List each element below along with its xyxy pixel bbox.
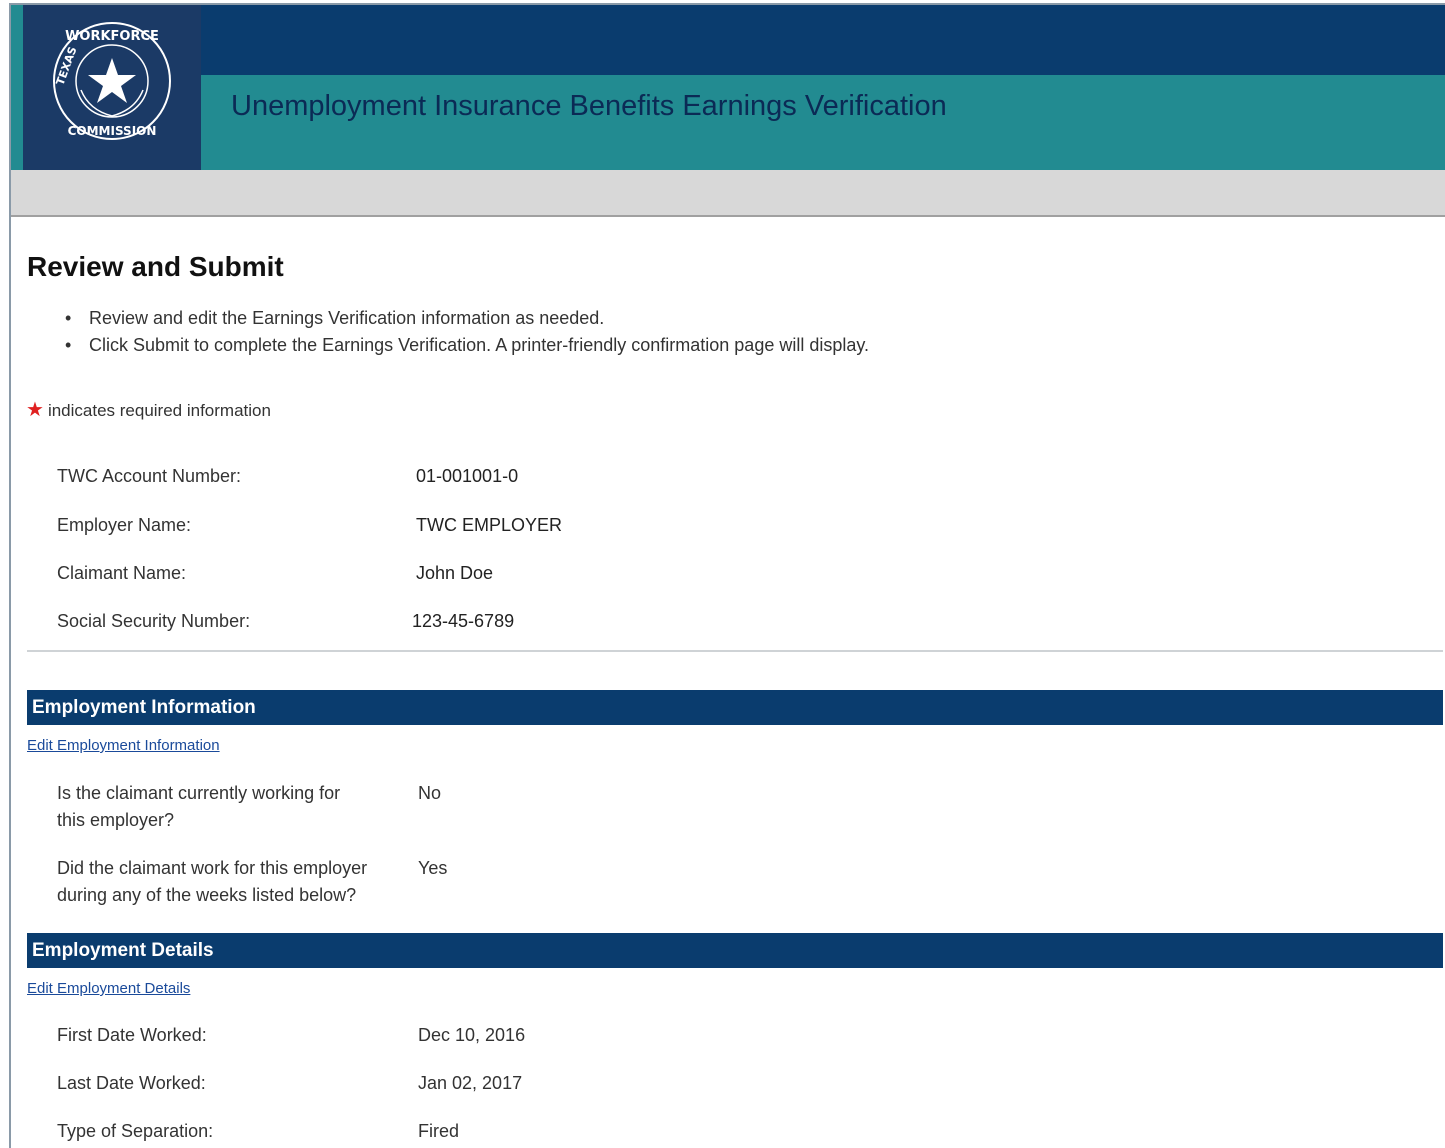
required-star-icon: ★ bbox=[26, 399, 44, 421]
section-divider bbox=[27, 650, 1443, 652]
svg-text:WORKFORCE: WORKFORCE bbox=[65, 29, 159, 44]
claimant-name-value: John Doe bbox=[416, 563, 494, 583]
edit-employment-details-link[interactable]: Edit Employment Details bbox=[27, 980, 190, 997]
required-note: ★ indicates required information bbox=[26, 397, 271, 422]
account-number-value: 01-001001-0 bbox=[416, 466, 519, 486]
instruction-item: Review and edit the Earnings Verificatio… bbox=[65, 305, 869, 332]
employer-name-label: Employer Name: bbox=[57, 515, 192, 535]
ssn-value: 123-45-6789 bbox=[412, 611, 515, 631]
required-note-text: indicates required information bbox=[47, 401, 271, 420]
employment-information-header: Employment Information bbox=[27, 690, 1443, 725]
header-title: Unemployment Insurance Benefits Earnings… bbox=[231, 90, 947, 122]
last-date-worked-value: Jan 02, 2017 bbox=[418, 1073, 523, 1093]
claimant-name-label: Claimant Name: bbox=[57, 563, 187, 583]
ssn-label: Social Security Number: bbox=[57, 611, 251, 631]
page-title: Review and Submit bbox=[27, 251, 284, 282]
question-line: Is the claimant currently working for bbox=[57, 783, 341, 803]
employment-details-header: Employment Details bbox=[27, 933, 1443, 968]
currently-working-answer: No bbox=[418, 783, 442, 803]
separation-type-value: Fired bbox=[418, 1121, 460, 1141]
currently-working-question: Is the claimant currently working for th… bbox=[57, 780, 407, 834]
question-line: Did the claimant work for this employer bbox=[57, 858, 368, 878]
edit-employment-information-link[interactable]: Edit Employment Information bbox=[27, 737, 220, 754]
first-date-worked-label: First Date Worked: bbox=[57, 1025, 207, 1045]
twc-seal-icon: WORKFORCE COMMISSION TEXAS bbox=[53, 22, 171, 140]
question-line: during any of the weeks listed below? bbox=[57, 885, 357, 905]
svg-text:COMMISSION: COMMISSION bbox=[68, 124, 157, 138]
twc-logo[interactable]: WORKFORCE COMMISSION TEXAS bbox=[23, 5, 201, 170]
question-line: this employer? bbox=[57, 810, 175, 830]
employer-name-value: TWC EMPLOYER bbox=[416, 515, 563, 535]
last-date-worked-label: Last Date Worked: bbox=[57, 1073, 206, 1093]
instruction-item: Click Submit to complete the Earnings Ve… bbox=[65, 332, 869, 359]
page-frame: WORKFORCE COMMISSION TEXAS Unemployment … bbox=[9, 3, 1445, 1148]
site-header: WORKFORCE COMMISSION TEXAS Unemployment … bbox=[11, 5, 1445, 170]
first-date-worked-value: Dec 10, 2016 bbox=[418, 1025, 526, 1045]
instructions-list: Review and edit the Earnings Verificatio… bbox=[65, 305, 869, 359]
worked-weeks-question: Did the claimant work for this employer … bbox=[57, 855, 407, 909]
worked-weeks-answer: Yes bbox=[418, 858, 448, 878]
separation-type-label: Type of Separation: bbox=[57, 1121, 214, 1141]
account-number-label: TWC Account Number: bbox=[57, 466, 242, 486]
header-subbar bbox=[11, 170, 1445, 217]
header-left-stripe bbox=[11, 5, 23, 170]
